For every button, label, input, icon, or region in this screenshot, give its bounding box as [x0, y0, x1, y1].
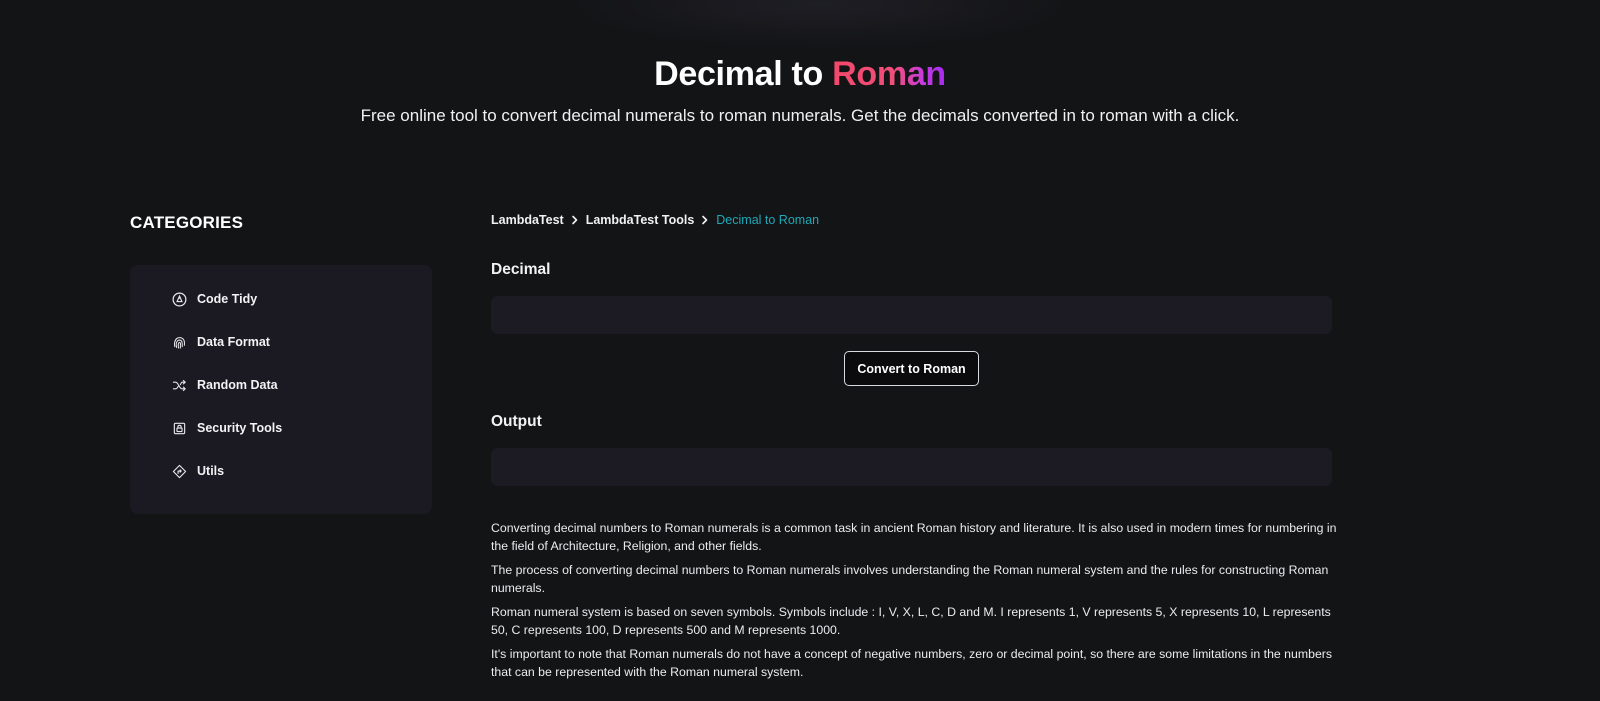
convert-to-roman-button[interactable]: Convert to Roman: [844, 351, 979, 386]
breadcrumb: LambdaTest LambdaTest Tools Decimal to R…: [491, 213, 819, 227]
decimal-input[interactable]: [491, 296, 1332, 334]
sidebar-item-label: Random Data: [197, 378, 278, 392]
description: Converting decimal numbers to Roman nume…: [491, 519, 1341, 687]
page-subtitle: Free online tool to convert decimal nume…: [360, 106, 1240, 125]
categories-heading: CATEGORIES: [130, 213, 244, 232]
chevron-right-icon: [571, 215, 579, 225]
sidebar-item-label: Code Tidy: [197, 292, 258, 306]
sidebar-item-data-format[interactable]: Data Format: [172, 332, 270, 352]
sidebar-item-label: Utils: [197, 464, 225, 478]
breadcrumb-lambdatest-tools[interactable]: LambdaTest Tools: [586, 213, 695, 227]
sidebar-item-utils[interactable]: Utils: [172, 461, 224, 481]
description-paragraph: Roman numeral system is based on seven s…: [491, 605, 1331, 637]
sidebar-item-security-tools[interactable]: Security Tools: [172, 418, 282, 438]
shuffle-icon: [172, 378, 187, 393]
categories-panel: Code Tidy Data Format Random Data Securi…: [130, 265, 432, 514]
sidebar-item-random-data[interactable]: Random Data: [172, 375, 278, 395]
decimal-label: Decimal: [491, 261, 551, 278]
page-title-main: Decimal to: [654, 55, 833, 93]
page-title-accent: Roman: [832, 55, 946, 93]
description-paragraph: Converting decimal numbers to Roman nume…: [491, 521, 1337, 553]
page-title: Decimal to Roman: [0, 52, 1600, 96]
chevron-right-icon: [701, 215, 709, 225]
sidebar-item-label: Security Tools: [197, 421, 283, 435]
hero-glow: [560, 0, 1080, 50]
description-paragraph: The process of converting decimal number…: [491, 563, 1329, 595]
code-tidy-icon: [172, 292, 187, 307]
breadcrumb-lambdatest[interactable]: LambdaTest: [491, 213, 564, 227]
sidebar-item-code-tidy[interactable]: Code Tidy: [172, 289, 257, 309]
description-paragraph: It's important to note that Roman numera…: [491, 647, 1333, 679]
breadcrumb-current: Decimal to Roman: [716, 213, 820, 227]
output-field[interactable]: [491, 448, 1332, 486]
lock-icon: [172, 421, 187, 436]
diamond-arrow-icon: [172, 464, 187, 479]
output-label: Output: [491, 413, 542, 430]
fingerprint-icon: [172, 335, 187, 350]
sidebar-item-label: Data Format: [197, 335, 270, 349]
